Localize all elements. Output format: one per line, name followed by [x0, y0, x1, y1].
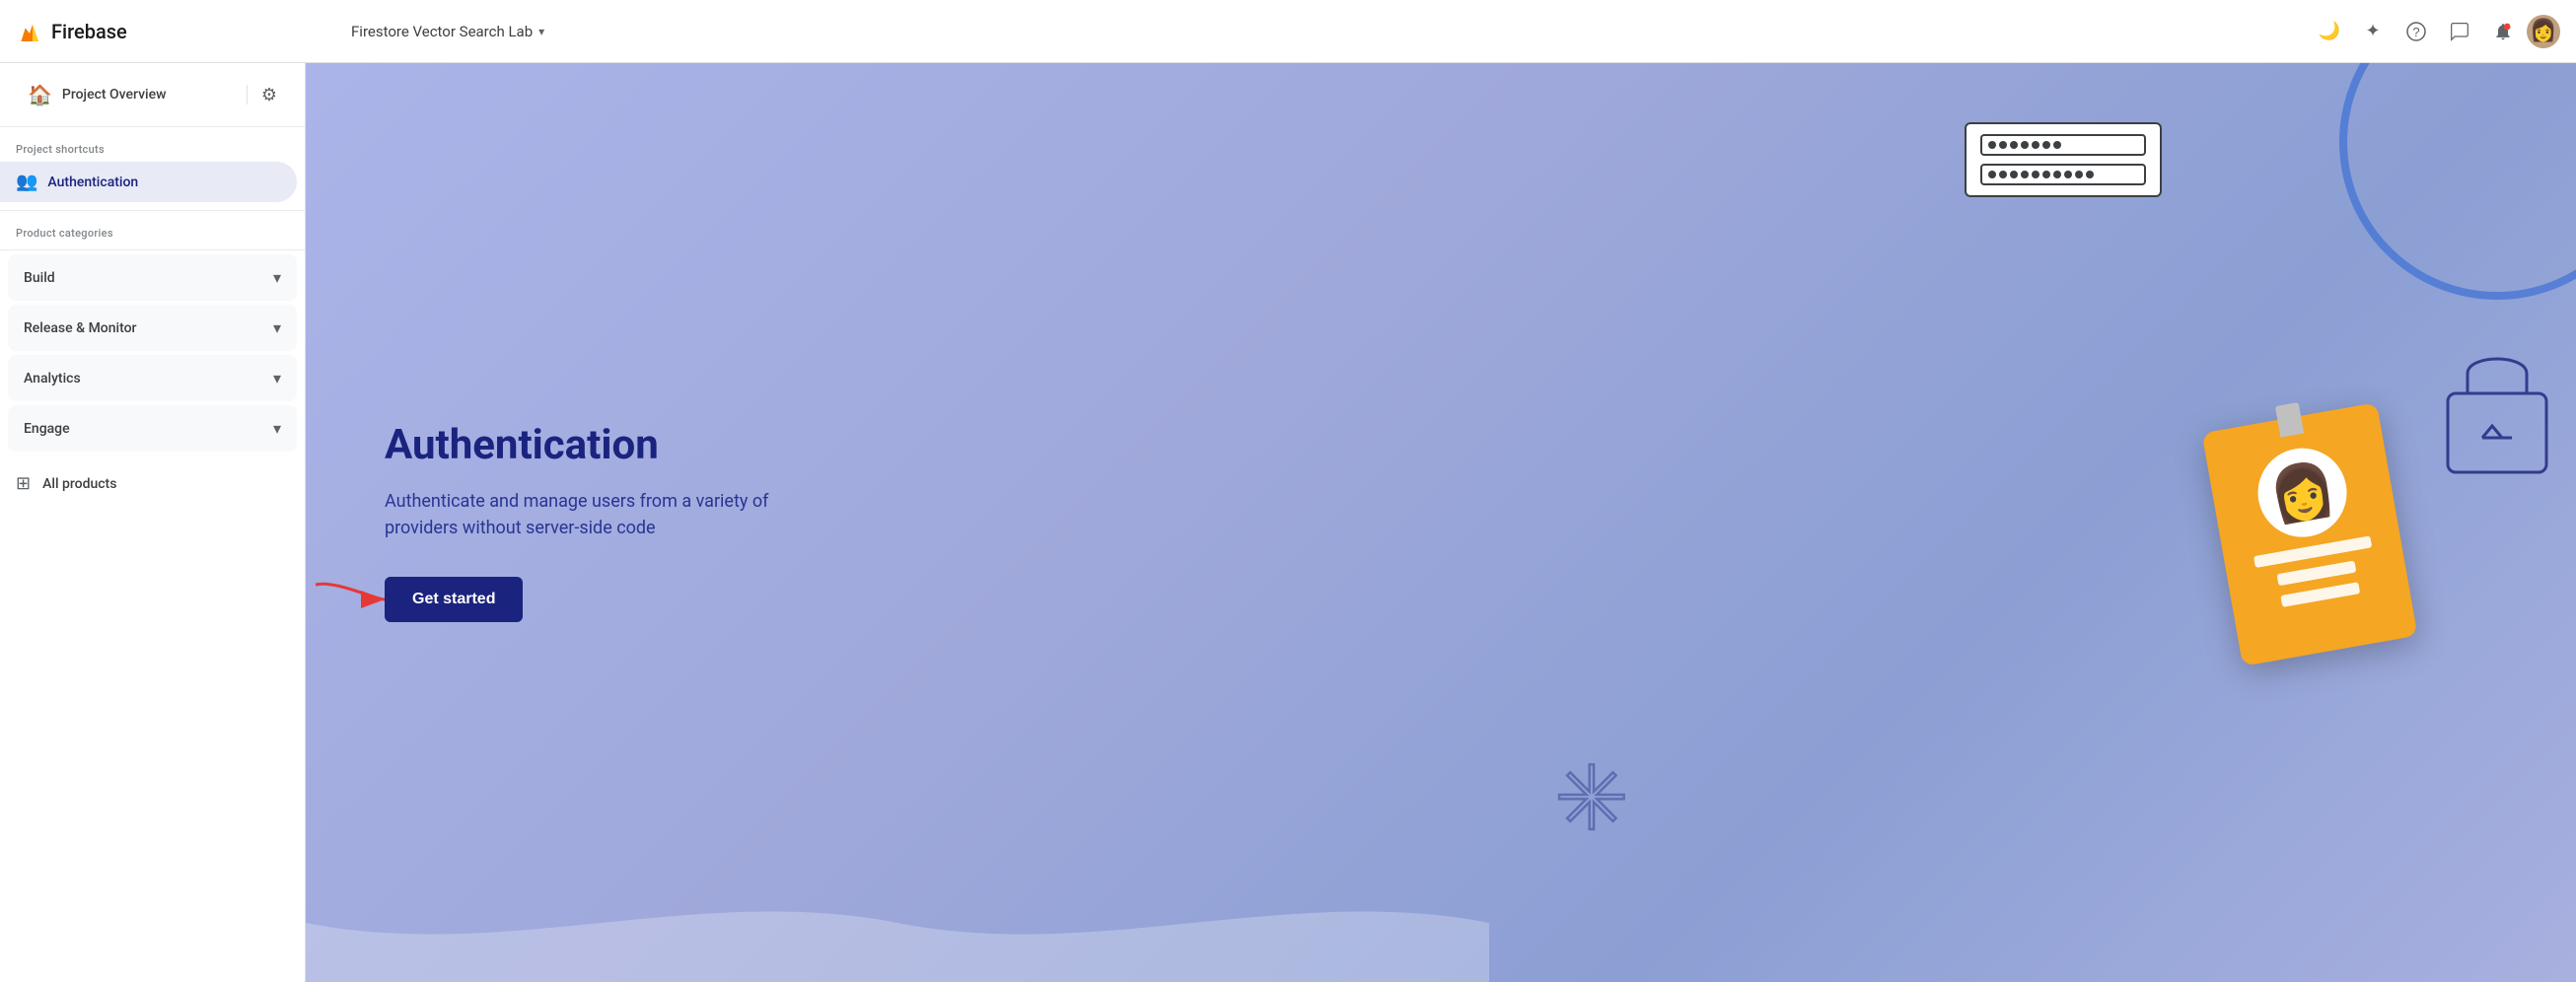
- project-overview-label: Project Overview: [62, 87, 233, 103]
- firebase-flame-icon: [16, 18, 43, 45]
- page-title: Authentication: [385, 423, 779, 468]
- release-monitor-label: Release & Monitor: [24, 320, 137, 336]
- build-chevron-icon: ▾: [273, 268, 281, 287]
- sparkle-button[interactable]: ✦: [2353, 12, 2393, 51]
- button-area: Get started: [385, 577, 523, 622]
- project-selector[interactable]: Firestore Vector Search Lab ▾: [341, 17, 554, 46]
- vertical-divider: [247, 85, 248, 105]
- app-body: 🏠 Project Overview ⚙ Project shortcuts 👥…: [0, 63, 2576, 982]
- id-card-avatar: 👩: [2251, 442, 2353, 544]
- project-dropdown-chevron: ▾: [538, 25, 544, 38]
- sidebar: 🏠 Project Overview ⚙ Project shortcuts 👥…: [0, 63, 306, 982]
- home-icon: 🏠: [28, 83, 52, 106]
- all-products-item[interactable]: ⊞ All products: [0, 459, 305, 508]
- top-nav-center: Firestore Vector Search Lab ▾: [322, 17, 2310, 46]
- top-nav-right: 🌙 ✦ ? 👩: [2310, 12, 2560, 51]
- id-card-line-2: [2277, 561, 2357, 587]
- login-username-field: [1980, 134, 2146, 156]
- project-shortcuts-label: Project shortcuts: [0, 127, 305, 162]
- firebase-title: Firebase: [51, 20, 127, 43]
- build-label: Build: [24, 270, 55, 286]
- page-description: Authenticate and manage users from a var…: [385, 488, 779, 541]
- main-text-area: Authentication Authenticate and manage u…: [306, 364, 858, 681]
- sidebar-item-authentication[interactable]: 👥 Authentication: [0, 162, 297, 202]
- red-arrow-annotation: [306, 575, 394, 624]
- id-card-person-icon: 👩: [2264, 456, 2340, 529]
- analytics-label: Analytics: [24, 371, 81, 386]
- avatar-image: 👩: [2530, 19, 2556, 43]
- sidebar-categories: Build ▾ Release & Monitor ▾ Analytics ▾ …: [0, 249, 305, 456]
- main-content: ✳ 👩 Authentication Authenticate and mana…: [306, 63, 2576, 982]
- notification-icon: [2493, 22, 2513, 41]
- firebase-logo[interactable]: Firebase: [16, 18, 127, 45]
- chat-icon: [2450, 22, 2469, 41]
- svg-text:?: ?: [2412, 25, 2419, 39]
- notification-button[interactable]: [2483, 12, 2523, 51]
- settings-icon[interactable]: ⚙: [261, 85, 277, 105]
- product-categories-label: Product categories: [0, 210, 305, 246]
- lock-illustration: [2438, 339, 2556, 477]
- authentication-icon: 👥: [16, 172, 37, 192]
- chat-button[interactable]: [2440, 12, 2479, 51]
- engage-chevron-icon: ▾: [273, 419, 281, 438]
- category-release-monitor[interactable]: Release & Monitor ▾: [8, 305, 297, 351]
- get-started-button[interactable]: Get started: [385, 577, 523, 622]
- login-form-illustration: [1965, 122, 2162, 197]
- wave-decoration: [306, 864, 1489, 982]
- category-build[interactable]: Build ▾: [8, 254, 297, 301]
- user-avatar[interactable]: 👩: [2527, 15, 2560, 48]
- help-button[interactable]: ?: [2397, 12, 2436, 51]
- release-monitor-chevron-icon: ▾: [273, 318, 281, 337]
- category-analytics[interactable]: Analytics ▾: [8, 355, 297, 401]
- project-overview-item[interactable]: 🏠 Project Overview ⚙: [16, 75, 289, 114]
- engage-label: Engage: [24, 421, 70, 437]
- id-card-line-3: [2280, 582, 2360, 607]
- authentication-label: Authentication: [47, 175, 138, 190]
- top-nav-left: Firebase: [16, 18, 322, 45]
- all-products-label: All products: [42, 476, 116, 492]
- help-icon: ?: [2406, 22, 2426, 41]
- grid-icon: ⊞: [16, 473, 31, 494]
- analytics-chevron-icon: ▾: [273, 369, 281, 387]
- top-navigation: Firebase Firestore Vector Search Lab ▾ 🌙…: [0, 0, 2576, 63]
- sidebar-top-section: 🏠 Project Overview ⚙: [0, 63, 305, 127]
- project-name: Firestore Vector Search Lab: [351, 23, 533, 40]
- dark-mode-button[interactable]: 🌙: [2310, 12, 2349, 51]
- login-password-field: [1980, 164, 2146, 185]
- asterisk-decoration: ✳: [1554, 755, 1628, 844]
- category-engage[interactable]: Engage ▾: [8, 405, 297, 452]
